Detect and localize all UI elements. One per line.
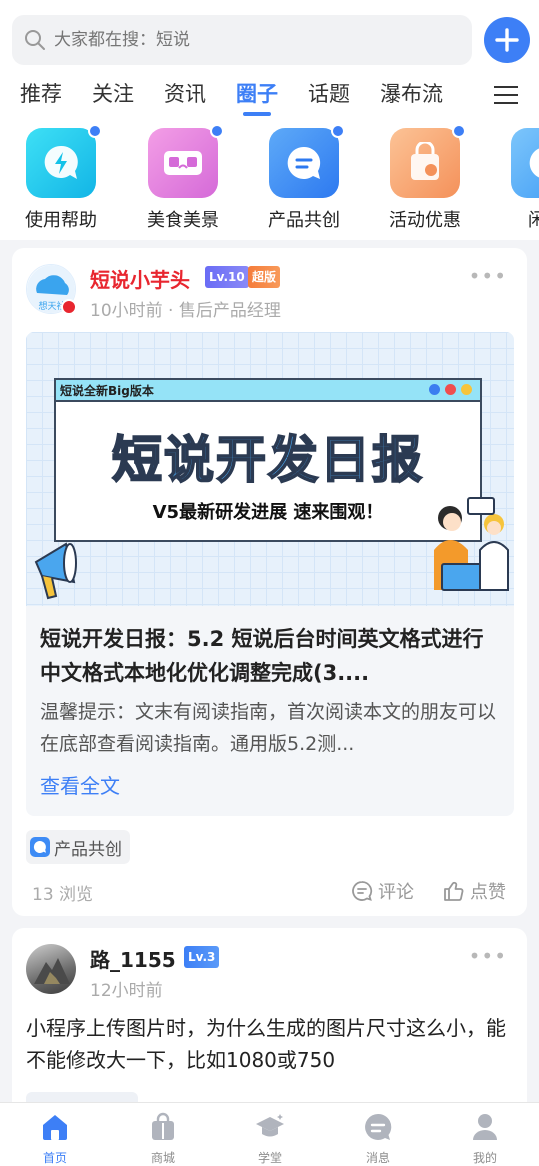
category-tabs: 推荐 关注 资讯 圈子 话题 瀑布流 — [0, 70, 539, 118]
category-label: 使用帮助 — [25, 210, 97, 231]
banner-subtitle: V5最新研发进展 速来围观！ — [152, 502, 384, 523]
unread-dot — [210, 124, 224, 138]
more-options-icon[interactable]: ••• — [469, 264, 507, 288]
post-card[interactable]: 路_1155 Lv.3 12小时前 ••• 小程序上传图片时，为什么生成的图片尺… — [12, 928, 527, 1128]
message-icon — [365, 1113, 392, 1140]
search-bar[interactable] — [12, 15, 472, 65]
category-help[interactable]: 使用帮助 — [6, 124, 116, 232]
unread-dot — [452, 124, 466, 138]
circle-tag[interactable]: 产品共创 — [26, 830, 130, 864]
tab-topics[interactable]: 话题 — [308, 78, 350, 108]
nav-home[interactable]: 首页 — [15, 1109, 95, 1166]
home-icon — [43, 1115, 67, 1140]
level-badge: Lv.10 — [205, 266, 249, 288]
search-icon — [25, 30, 45, 50]
view-count: 13 浏览 — [32, 885, 94, 905]
nav-label: 商城 — [150, 1151, 175, 1165]
post-content-box[interactable]: 短说全新Big版本 短说开发日报 V5最新研发进展 速来围观！ 短说开发日报：5… — [26, 332, 514, 816]
post-excerpt: 温馨提示：文末有阅读指南，首次阅读本文的朋友可以在底部查看阅读指南。通用版5.2… — [40, 701, 497, 755]
category-label: 美食美景 — [147, 210, 219, 231]
post-banner-image: 短说全新Big版本 短说开发日报 V5最新研发进展 速来围观！ — [26, 332, 514, 606]
tab-news[interactable]: 资讯 — [164, 78, 206, 108]
nav-academy[interactable]: 学堂 — [230, 1109, 310, 1166]
category-label: 活动优惠 — [389, 210, 461, 231]
shopping-bag-icon — [152, 1112, 174, 1140]
search-input[interactable] — [54, 30, 434, 50]
active-tab-indicator — [243, 112, 271, 116]
nav-label: 我的 — [472, 1151, 497, 1165]
tab-waterfall[interactable]: 瀑布流 — [380, 78, 443, 108]
tab-recommend[interactable]: 推荐 — [20, 78, 62, 108]
post-title[interactable]: 短说开发日报：5.2 短说后台时间英文格式进行中文格式本地化优化调整完成(3..… — [40, 622, 502, 690]
nav-label: 学堂 — [257, 1151, 282, 1165]
category-product[interactable]: 产品共创 — [249, 124, 359, 232]
add-post-button[interactable] — [484, 17, 530, 63]
tab-follow[interactable]: 关注 — [92, 78, 134, 108]
lightning-bubble-icon — [26, 124, 102, 198]
like-label: 点赞 — [470, 882, 506, 903]
chat-icon — [511, 128, 539, 198]
category-label: 闲聊 — [528, 210, 539, 231]
top-header: 推荐 关注 资讯 圈子 话题 瀑布流 — [0, 0, 539, 122]
comment-label: 评论 — [378, 882, 414, 903]
user-icon — [473, 1114, 497, 1140]
comment-icon — [352, 881, 373, 901]
shopping-bag-icon — [390, 124, 466, 198]
banner-window: 短说全新Big版本 短说开发日报 V5最新研发进展 速来围观！ — [54, 378, 482, 542]
author-name[interactable]: 短说小芋头 — [90, 264, 190, 293]
banner-heading: 短说全新Big版本 — [60, 384, 154, 398]
more-options-icon[interactable]: ••• — [469, 944, 507, 968]
unread-dot — [88, 124, 102, 138]
tag-label: 产品共创 — [54, 839, 122, 860]
chat-bubble-icon — [30, 837, 50, 857]
category-food[interactable]: 美食美景 — [128, 124, 238, 232]
tab-circles[interactable]: 圈子 — [236, 78, 278, 108]
post-meta: 10小时前 · 售后产品经理 — [90, 301, 281, 321]
plus-icon — [495, 28, 519, 52]
nav-messages[interactable]: 消息 — [338, 1109, 418, 1166]
comment-button[interactable]: 评论 — [350, 878, 414, 904]
banner-title: 短说开发日报 — [111, 430, 424, 490]
post-card[interactable]: 想天社 短说小芋头 Lv.10 超版 10小时前 · 售后产品经理 ••• 短说… — [12, 248, 527, 916]
bottom-navigation: 首页 商城 学堂 消息 我的 — [0, 1102, 539, 1166]
role-badge: 超版 — [248, 266, 281, 288]
nav-mall[interactable]: 商城 — [123, 1109, 203, 1166]
category-label: 产品共创 — [268, 210, 340, 231]
level-badge: Lv.3 — [184, 946, 220, 968]
author-name[interactable]: 路_1155 — [90, 944, 176, 973]
verified-icon — [61, 299, 77, 315]
post-body[interactable]: 小程序上传图片时，为什么生成的图片尺寸这么小，能不能修改大一下，比如1080或7… — [26, 1012, 506, 1076]
read-full-link[interactable]: 查看全文 — [40, 770, 120, 799]
post-meta: 12小时前 — [90, 981, 163, 1001]
menu-icon[interactable] — [493, 84, 519, 106]
category-events[interactable]: 活动优惠 — [370, 124, 480, 232]
graduation-cap-icon — [256, 1114, 284, 1137]
unread-dot — [331, 124, 345, 138]
chat-bubble-icon — [269, 124, 345, 198]
people-illustration — [434, 497, 509, 591]
thumbs-up-icon — [444, 881, 464, 901]
category-chat[interactable]: 闲聊 — [491, 128, 539, 232]
like-button[interactable]: 点赞 — [442, 878, 506, 904]
megaphone-icon — [34, 542, 77, 600]
circle-categories: 使用帮助 美食美景 产品共创 活动优惠 闲聊 — [0, 122, 539, 240]
nav-label: 首页 — [42, 1151, 67, 1165]
nav-label: 消息 — [365, 1151, 390, 1165]
avatar[interactable] — [26, 944, 76, 994]
nav-profile[interactable]: 我的 — [445, 1109, 525, 1166]
vr-glasses-icon — [148, 124, 224, 198]
